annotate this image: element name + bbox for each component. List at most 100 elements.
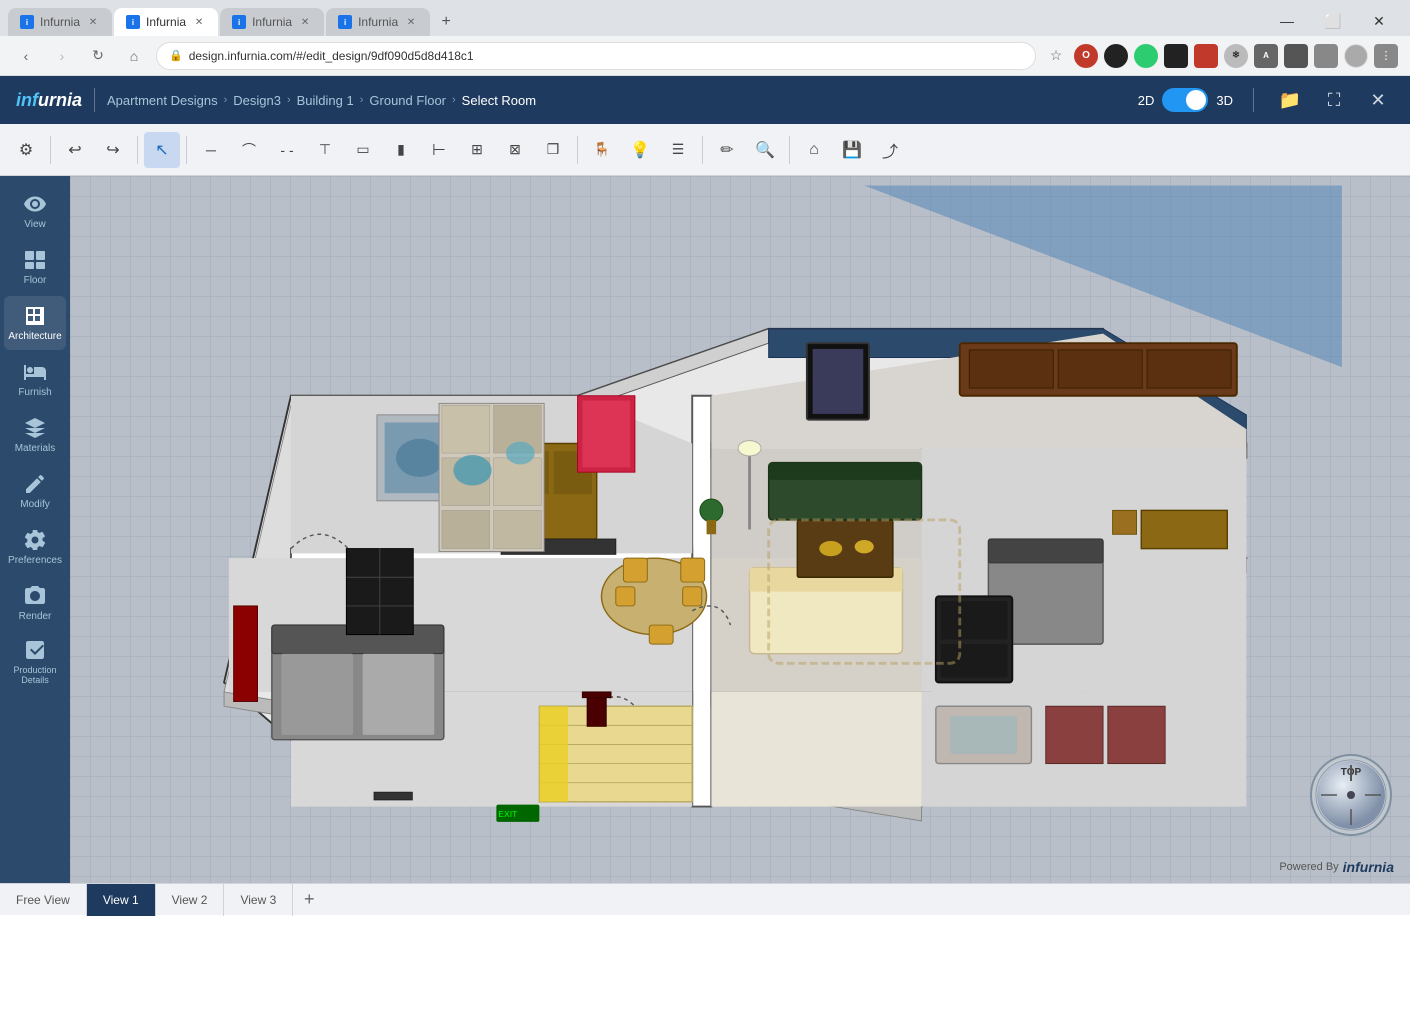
view-toggle-switch[interactable] — [1162, 88, 1208, 112]
tab1-favicon: i — [20, 15, 34, 29]
straight-wall-btn[interactable]: ─ — [193, 132, 229, 168]
minimize-button[interactable]: — — [1264, 6, 1310, 36]
fullscreen-icon-btn[interactable]: ⛶ — [1318, 84, 1350, 116]
window-controls: — ⬜ ✕ — [1264, 6, 1402, 36]
beam-btn[interactable]: ⊢ — [421, 132, 457, 168]
close-button[interactable]: ✕ — [1356, 6, 1402, 36]
refresh-button[interactable]: ↻ — [84, 42, 112, 70]
settings-tool-btn[interactable]: ⚙ — [8, 132, 44, 168]
compass[interactable]: TOP — [1309, 753, 1394, 838]
powered-by-text: Powered By — [1279, 861, 1338, 873]
sidebar-item-furnish[interactable]: Furnish — [4, 352, 66, 406]
tab4-close[interactable]: ✕ — [404, 15, 418, 29]
breadcrumb-sep2: › — [287, 94, 291, 106]
new-tab-button[interactable]: + — [432, 8, 460, 36]
breadcrumb-design3[interactable]: Design3 — [233, 93, 281, 108]
zoom-btn[interactable]: 🔍 — [747, 132, 783, 168]
browser-icon8 — [1284, 44, 1308, 68]
canvas-area[interactable]: EXIT TOP — [70, 176, 1410, 883]
room-btn[interactable]: ▭ — [345, 132, 381, 168]
sidebar-modify-label: Modify — [20, 499, 49, 510]
sidebar-floor-label: Floor — [24, 275, 47, 286]
view-tab-free[interactable]: Free View — [0, 884, 87, 916]
browser-tab-2[interactable]: i Infurnia ✕ — [114, 8, 218, 36]
sidebar-render-label: Render — [19, 611, 52, 622]
toggle-knob — [1186, 90, 1206, 110]
eye-icon — [23, 192, 47, 216]
sidebar-item-materials[interactable]: Materials — [4, 408, 66, 462]
view-tab-view2[interactable]: View 2 — [156, 884, 225, 916]
select-tool-btn[interactable]: ↖ — [144, 132, 180, 168]
breadcrumb-sep4: › — [452, 94, 456, 106]
browser-action-buttons: ☆ O ❄ A ⋮ — [1044, 44, 1398, 68]
breadcrumb-ground-floor[interactable]: Ground Floor — [369, 93, 446, 108]
browser-tab-1[interactable]: i Infurnia ✕ — [8, 8, 112, 36]
extensions-button[interactable]: ⋮ — [1374, 44, 1398, 68]
toolbar-sep5 — [702, 136, 703, 164]
close-design-btn[interactable]: ✕ — [1362, 84, 1394, 116]
sidebar-item-modify[interactable]: Modify — [4, 464, 66, 518]
breadcrumb-apartment-designs[interactable]: Apartment Designs — [107, 93, 218, 108]
powered-by-brand: infurnia — [1343, 859, 1394, 875]
sidebar-item-view[interactable]: View — [4, 184, 66, 238]
view-tab-view1[interactable]: View 1 — [87, 884, 156, 916]
browser-icon4 — [1164, 44, 1188, 68]
grid-btn[interactable]: ⊞ — [459, 132, 495, 168]
sidebar-item-preferences[interactable]: Preferences — [4, 520, 66, 574]
materials-icon — [23, 416, 47, 440]
breadcrumb-building1[interactable]: Building 1 — [297, 93, 354, 108]
browser-addressbar: ‹ › ↻ ⌂ 🔒 design.infurnia.com/#/edit_des… — [0, 36, 1410, 76]
curve-wall-btn[interactable]: ⌒ — [231, 132, 267, 168]
view-tab-view3[interactable]: View 3 — [224, 884, 293, 916]
browser-tab-3[interactable]: i Infurnia ✕ — [220, 8, 324, 36]
chair-btn[interactable]: 🪑 — [584, 132, 620, 168]
tab3-favicon: i — [232, 15, 246, 29]
layers-btn[interactable]: ❒ — [535, 132, 571, 168]
sidebar-item-architecture[interactable]: Architecture — [4, 296, 66, 350]
tab2-favicon: i — [126, 15, 140, 29]
browser-tab-4[interactable]: i Infurnia ✕ — [326, 8, 430, 36]
tab1-close[interactable]: ✕ — [86, 15, 100, 29]
address-bar[interactable]: 🔒 design.infurnia.com/#/edit_design/9df0… — [156, 42, 1036, 70]
tab4-label: Infurnia — [358, 15, 398, 29]
column-btn[interactable]: ▮ — [383, 132, 419, 168]
tab2-close[interactable]: ✕ — [192, 15, 206, 29]
wall-segment-btn[interactable]: ⊤ — [307, 132, 343, 168]
floorplan-svg: EXIT — [70, 176, 1410, 883]
forward-button[interactable]: › — [48, 42, 76, 70]
breadcrumb-sep1: › — [224, 94, 228, 106]
add-view-button[interactable]: + — [293, 884, 325, 916]
maximize-button[interactable]: ⬜ — [1310, 6, 1356, 36]
redo-btn[interactable]: ↪ — [95, 132, 131, 168]
home-view-btn[interactable]: ⌂ — [796, 132, 832, 168]
breadcrumb-sep3: › — [360, 94, 364, 106]
bookmark-button[interactable]: ☆ — [1044, 44, 1068, 68]
annotate-btn[interactable]: ✏ — [709, 132, 745, 168]
sidebar-materials-label: Materials — [15, 443, 56, 454]
dashed-wall-btn[interactable]: - - — [269, 132, 305, 168]
save-btn[interactable]: 💾 — [834, 132, 870, 168]
sidebar-item-floor[interactable]: Floor — [4, 240, 66, 294]
app-logo: infurnia — [16, 90, 82, 111]
browser-icon2 — [1104, 44, 1128, 68]
floor-icon — [23, 248, 47, 272]
folder-icon-btn[interactable]: 📁 — [1274, 84, 1306, 116]
light-btn[interactable]: 💡 — [622, 132, 658, 168]
user-avatar[interactable] — [1344, 44, 1368, 68]
sidebar-item-production[interactable]: Production Details — [4, 632, 66, 691]
sidebar-architecture-label: Architecture — [8, 331, 61, 342]
browser-icon9 — [1314, 44, 1338, 68]
tab3-close[interactable]: ✕ — [298, 15, 312, 29]
home-nav-button[interactable]: ⌂ — [120, 42, 148, 70]
share-btn[interactable]: ⤴ — [872, 132, 908, 168]
stack-btn[interactable]: ☰ — [660, 132, 696, 168]
sidebar-item-render[interactable]: Render — [4, 576, 66, 630]
undo-btn[interactable]: ↩ — [57, 132, 93, 168]
back-button[interactable]: ‹ — [12, 42, 40, 70]
opera-icon: O — [1074, 44, 1098, 68]
toolbar: ⚙ ↩ ↪ ↖ ─ ⌒ - - ⊤ ▭ ▮ ⊢ ⊞ ⊠ ❒ 🪑 💡 ☰ ✏ 🔍 … — [0, 124, 1410, 176]
browser-icon7: A — [1254, 44, 1278, 68]
pattern-btn[interactable]: ⊠ — [497, 132, 533, 168]
powered-by: Powered By infurnia — [1279, 859, 1394, 875]
architecture-icon — [23, 304, 47, 328]
